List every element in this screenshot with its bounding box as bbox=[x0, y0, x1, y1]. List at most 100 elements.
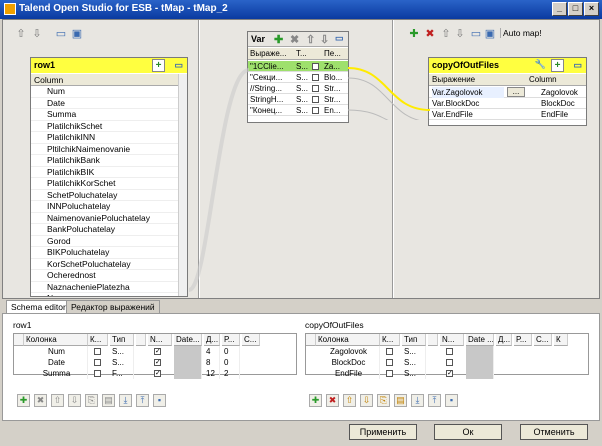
var-expr[interactable]: "Конец... bbox=[250, 105, 294, 116]
output-down-icon[interactable]: ⇩ bbox=[454, 28, 466, 40]
var-row[interactable]: StringH... S... Str... bbox=[248, 94, 348, 105]
restore-tables-icon[interactable]: ▣ bbox=[71, 28, 83, 40]
schema-left-save-icon[interactable]: ▪ bbox=[153, 394, 166, 407]
var-expr[interactable]: //String... bbox=[250, 83, 294, 94]
schema-left-key-checkbox[interactable] bbox=[94, 370, 101, 377]
output-filter-icon[interactable]: + bbox=[551, 59, 564, 72]
schema-right-header-cell[interactable]: Р... bbox=[514, 334, 532, 346]
minimize-button[interactable]: _ bbox=[552, 2, 567, 16]
var-row[interactable]: "Конец... S... En... bbox=[248, 105, 348, 116]
tab-expression-editor[interactable]: Редактор выражений bbox=[66, 300, 160, 313]
schema-right-export-icon[interactable]: ⤒ bbox=[428, 394, 441, 407]
var-nullable-checkbox[interactable] bbox=[312, 85, 319, 92]
schema-left-cell-name[interactable]: Summa bbox=[24, 368, 88, 379]
schema-left-import-icon[interactable]: ⤓ bbox=[119, 394, 132, 407]
schema-right-paste-icon[interactable]: ▤ bbox=[394, 394, 407, 407]
row1-column-item[interactable]: Summa bbox=[31, 109, 179, 121]
schema-right-cell-date[interactable] bbox=[466, 357, 494, 368]
schema-right-copy-icon[interactable]: ⎘ bbox=[377, 394, 390, 407]
schema-left-key-checkbox[interactable] bbox=[94, 348, 101, 355]
ok-button[interactable]: Ок bbox=[434, 424, 502, 440]
schema-right-header-cell[interactable] bbox=[428, 334, 438, 346]
expression-builder-button[interactable]: ... bbox=[507, 87, 525, 97]
add-filter-icon[interactable]: + bbox=[152, 59, 165, 72]
schema-right-cell-type[interactable]: S... bbox=[402, 357, 426, 368]
output-expr[interactable]: Var.EndFile bbox=[432, 109, 504, 120]
schema-left-header-cell[interactable]: N... bbox=[148, 334, 172, 346]
schema-right-nullable-checkbox[interactable] bbox=[446, 348, 453, 355]
schema-left-header-cell[interactable]: Колонка bbox=[24, 334, 88, 346]
var-row[interactable]: "Секци... S... Blo... bbox=[248, 72, 348, 83]
schema-right-up-icon[interactable]: ⇧ bbox=[343, 394, 356, 407]
schema-right-cell-name[interactable]: Zagolovok bbox=[316, 346, 380, 357]
row1-column-item[interactable]: SchetPoluchatelay bbox=[31, 190, 179, 201]
output-row[interactable]: Var.BlockDoc BlockDoc bbox=[429, 98, 586, 109]
row1-column-item[interactable]: Date bbox=[31, 98, 179, 109]
row1-scrollbar[interactable] bbox=[178, 74, 187, 296]
var-minimize-icon[interactable]: ▭ bbox=[335, 33, 344, 44]
schema-left-cell-type[interactable]: S... bbox=[110, 346, 134, 357]
apply-button[interactable]: Применить bbox=[349, 424, 417, 440]
row1-column-item[interactable]: NaimenovaniePoluchatelay bbox=[31, 213, 179, 224]
row1-column-item[interactable]: PlatilchikSchet bbox=[31, 121, 179, 132]
schema-right-down-icon[interactable]: ⇩ bbox=[360, 394, 373, 407]
schema-left-paste-icon[interactable]: ▤ bbox=[102, 394, 115, 407]
var-expr[interactable]: StringH... bbox=[250, 94, 294, 105]
schema-left-remove-icon[interactable]: ✖ bbox=[34, 394, 47, 407]
schema-left-header-cell[interactable]: C... bbox=[242, 334, 260, 346]
row1-column-item[interactable]: PltilchikNaimenovanie bbox=[31, 144, 179, 155]
row1-column-item[interactable]: Nazn... bbox=[31, 293, 179, 296]
row1-column-item[interactable]: BankPoluchatelay bbox=[31, 224, 179, 236]
row1-column-item[interactable]: INNPoluchatelay bbox=[31, 201, 179, 213]
schema-right-remove-icon[interactable]: ✖ bbox=[326, 394, 339, 407]
row1-column-item[interactable]: PlatilchikINN bbox=[31, 132, 179, 144]
var-expr[interactable]: "1CClie... bbox=[250, 61, 294, 72]
schema-right-nullable-checkbox[interactable]: ✓ bbox=[446, 370, 453, 377]
schema-left-down-icon[interactable]: ⇩ bbox=[68, 394, 81, 407]
row1-column-item[interactable]: PlatilchikKorSchet bbox=[31, 178, 179, 190]
schema-right-cell-date[interactable] bbox=[466, 346, 494, 357]
schema-left-add-icon[interactable]: ✚ bbox=[17, 394, 30, 407]
var-row[interactable]: "1CClie... S... Za... bbox=[248, 61, 348, 72]
var-expr[interactable]: "Секци... bbox=[250, 72, 294, 83]
var-up-icon[interactable]: ⇧ bbox=[306, 33, 315, 46]
schema-left-cell-length[interactable]: 8 bbox=[204, 357, 220, 368]
schema-right-cell-date[interactable] bbox=[466, 368, 494, 379]
schema-left-cell-length[interactable]: 12 bbox=[204, 368, 220, 379]
schema-right-cell-type[interactable]: S... bbox=[402, 346, 426, 357]
schema-left-header-cell[interactable] bbox=[136, 334, 146, 346]
output-minimize-icon[interactable]: ▭ bbox=[470, 28, 482, 40]
maximize-button[interactable]: □ bbox=[568, 2, 583, 16]
schema-right-header-cell[interactable]: Тип bbox=[402, 334, 426, 346]
row1-column-item[interactable]: PlatilchikBIK bbox=[31, 167, 179, 178]
schema-left-cell-type[interactable]: F... bbox=[110, 368, 134, 379]
output-expr[interactable]: Var.Zagolovok bbox=[432, 87, 504, 98]
schema-left-up-icon[interactable]: ⇧ bbox=[51, 394, 64, 407]
schema-left-export-icon[interactable]: ⤒ bbox=[136, 394, 149, 407]
close-button[interactable]: × bbox=[584, 2, 599, 16]
up-arrow-icon[interactable]: ⇧ bbox=[15, 28, 27, 40]
schema-left-cell-name[interactable]: Date bbox=[24, 357, 88, 368]
schema-left-header-cell[interactable]: Д... bbox=[204, 334, 220, 346]
var-row[interactable]: //String... S... Str... bbox=[248, 83, 348, 94]
schema-left-copy-icon[interactable]: ⎘ bbox=[85, 394, 98, 407]
schema-left-cell-precision[interactable]: 0 bbox=[222, 346, 240, 357]
add-var-icon[interactable]: ✚ bbox=[274, 33, 283, 46]
schema-right-header-cell[interactable]: Д... bbox=[496, 334, 512, 346]
schema-right-header-cell[interactable]: Колонка bbox=[316, 334, 380, 346]
output-up-icon[interactable]: ⇧ bbox=[440, 28, 452, 40]
schema-right-key-checkbox[interactable] bbox=[386, 370, 393, 377]
schema-left-header-cell[interactable]: Date... bbox=[174, 334, 202, 346]
output-table-minimize-icon[interactable]: ▭ bbox=[573, 60, 582, 71]
schema-right-header-cell[interactable]: C... bbox=[534, 334, 552, 346]
schema-right-save-icon[interactable]: ▪ bbox=[445, 394, 458, 407]
var-nullable-checkbox[interactable] bbox=[312, 74, 319, 81]
cancel-button[interactable]: Отменить bbox=[520, 424, 588, 440]
output-row[interactable]: Var.Zagolovok... Zagolovok bbox=[429, 87, 586, 98]
auto-map-button[interactable]: Auto map! bbox=[500, 28, 544, 38]
schema-left-header-cell[interactable]: Р... bbox=[222, 334, 240, 346]
down-arrow-icon[interactable]: ⇩ bbox=[31, 28, 43, 40]
schema-left-nullable-checkbox[interactable]: ✓ bbox=[154, 348, 161, 355]
schema-right-nullable-checkbox[interactable] bbox=[446, 359, 453, 366]
remove-output-icon[interactable]: ✖ bbox=[424, 28, 436, 40]
